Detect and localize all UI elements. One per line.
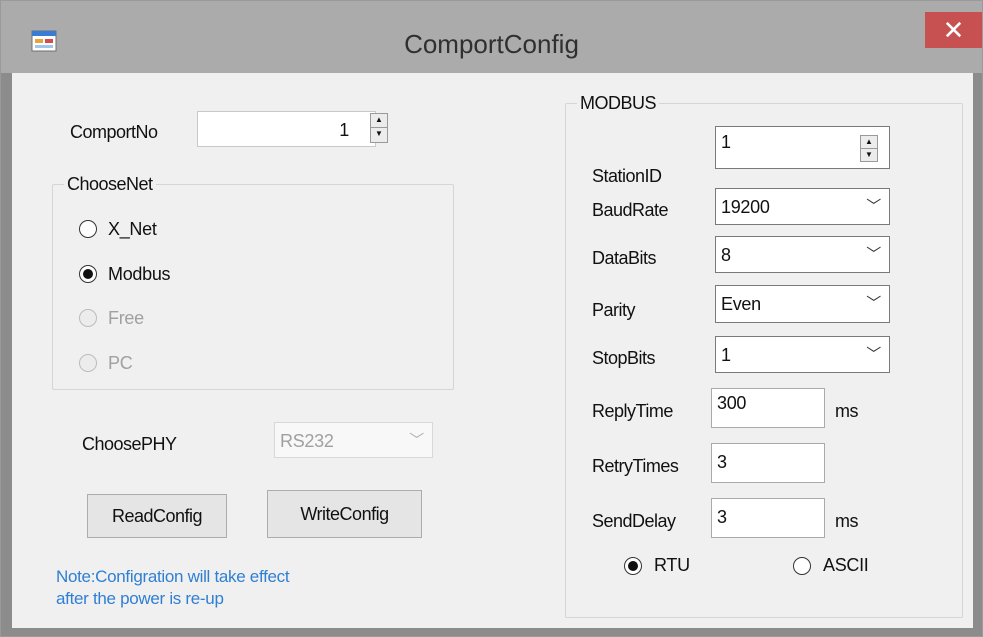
choose-phy-label: ChoosePHY bbox=[82, 434, 177, 454]
close-button[interactable]: ✕ bbox=[925, 12, 982, 48]
comport-no-value: 1 bbox=[339, 120, 349, 140]
write-config-button[interactable]: WriteConfig bbox=[267, 490, 422, 538]
chevron-down-icon: ﹀ bbox=[866, 346, 881, 363]
title-bar[interactable]: ComportConfig ✕ bbox=[1, 1, 982, 73]
spin-up-icon[interactable]: ▲ bbox=[371, 114, 387, 128]
x-net-radio[interactable] bbox=[79, 220, 97, 238]
choose-phy-value: RS232 bbox=[280, 431, 334, 451]
modbus-legend: MODBUS bbox=[577, 92, 660, 114]
close-icon: ✕ bbox=[942, 15, 965, 45]
baud-rate-label: BaudRate bbox=[592, 200, 669, 220]
read-config-button[interactable]: ReadConfig bbox=[87, 494, 227, 538]
parity-value: Even bbox=[721, 294, 761, 314]
retry-times-input[interactable]: 3 bbox=[711, 443, 825, 483]
station-id-spin-buttons[interactable]: ▲ ▼ bbox=[860, 135, 878, 162]
pc-label: PC bbox=[108, 353, 133, 373]
send-delay-unit: ms bbox=[835, 511, 859, 531]
comport-no-spin-buttons[interactable]: ▲ ▼ bbox=[370, 113, 388, 143]
comport-no-label: ComportNo bbox=[70, 122, 158, 142]
choose-net-legend: ChooseNet bbox=[64, 173, 156, 195]
data-bits-select[interactable]: 8 ﹀ bbox=[715, 236, 890, 273]
send-delay-input[interactable]: 3 bbox=[711, 498, 825, 538]
retry-times-label: RetryTimes bbox=[592, 456, 679, 476]
reply-time-unit: ms bbox=[835, 401, 859, 421]
stop-bits-select[interactable]: 1 ﹀ bbox=[715, 336, 890, 373]
reply-time-value: 300 bbox=[717, 393, 747, 413]
rtu-label[interactable]: RTU bbox=[654, 555, 690, 576]
baud-rate-value: 19200 bbox=[721, 197, 770, 217]
station-id-label: StationID bbox=[592, 166, 662, 186]
choose-phy-select: RS232 ﹀ bbox=[274, 422, 433, 458]
modbus-radio[interactable] bbox=[79, 265, 97, 283]
ascii-label[interactable]: ASCII bbox=[823, 555, 869, 576]
reply-time-input[interactable]: 300 bbox=[711, 388, 825, 428]
spin-up-icon[interactable]: ▲ bbox=[861, 136, 877, 149]
comport-no-stepper[interactable]: 1 bbox=[197, 111, 376, 147]
comport-config-window: ComportConfig ✕ ComportNo 1 ▲ ▼ ChooseNe… bbox=[0, 0, 983, 637]
send-delay-value: 3 bbox=[717, 507, 727, 527]
stop-bits-value: 1 bbox=[721, 345, 731, 365]
note-text: Note:Configration will take effect after… bbox=[56, 566, 290, 610]
free-radio bbox=[79, 309, 97, 327]
chevron-down-icon: ﹀ bbox=[409, 432, 424, 449]
window-title: ComportConfig bbox=[404, 29, 579, 59]
data-bits-label: DataBits bbox=[592, 248, 657, 268]
spin-down-icon[interactable]: ▼ bbox=[371, 128, 387, 142]
baud-rate-select[interactable]: 19200 ﹀ bbox=[715, 188, 890, 225]
spin-down-icon[interactable]: ▼ bbox=[861, 149, 877, 162]
client-area: ComportNo 1 ▲ ▼ ChooseNet X_Net Modbus F… bbox=[12, 73, 973, 628]
free-label: Free bbox=[108, 308, 144, 328]
note-line-2: after the power is re-up bbox=[56, 589, 224, 608]
x-net-label[interactable]: X_Net bbox=[108, 219, 157, 240]
chevron-down-icon: ﹀ bbox=[866, 198, 881, 215]
parity-label: Parity bbox=[592, 300, 636, 320]
stop-bits-label: StopBits bbox=[592, 348, 656, 368]
data-bits-value: 8 bbox=[721, 245, 731, 265]
modbus-label[interactable]: Modbus bbox=[108, 264, 171, 285]
retry-times-value: 3 bbox=[717, 452, 727, 472]
note-line-1: Note:Configration will take effect bbox=[56, 567, 290, 586]
chevron-down-icon: ﹀ bbox=[866, 295, 881, 312]
pc-radio bbox=[79, 354, 97, 372]
ascii-radio[interactable] bbox=[793, 557, 811, 575]
reply-time-label: ReplyTime bbox=[592, 401, 673, 421]
send-delay-label: SendDelay bbox=[592, 511, 676, 531]
station-id-value: 1 bbox=[721, 132, 731, 152]
chevron-down-icon: ﹀ bbox=[866, 246, 881, 263]
parity-select[interactable]: Even ﹀ bbox=[715, 285, 890, 323]
rtu-radio[interactable] bbox=[624, 557, 642, 575]
